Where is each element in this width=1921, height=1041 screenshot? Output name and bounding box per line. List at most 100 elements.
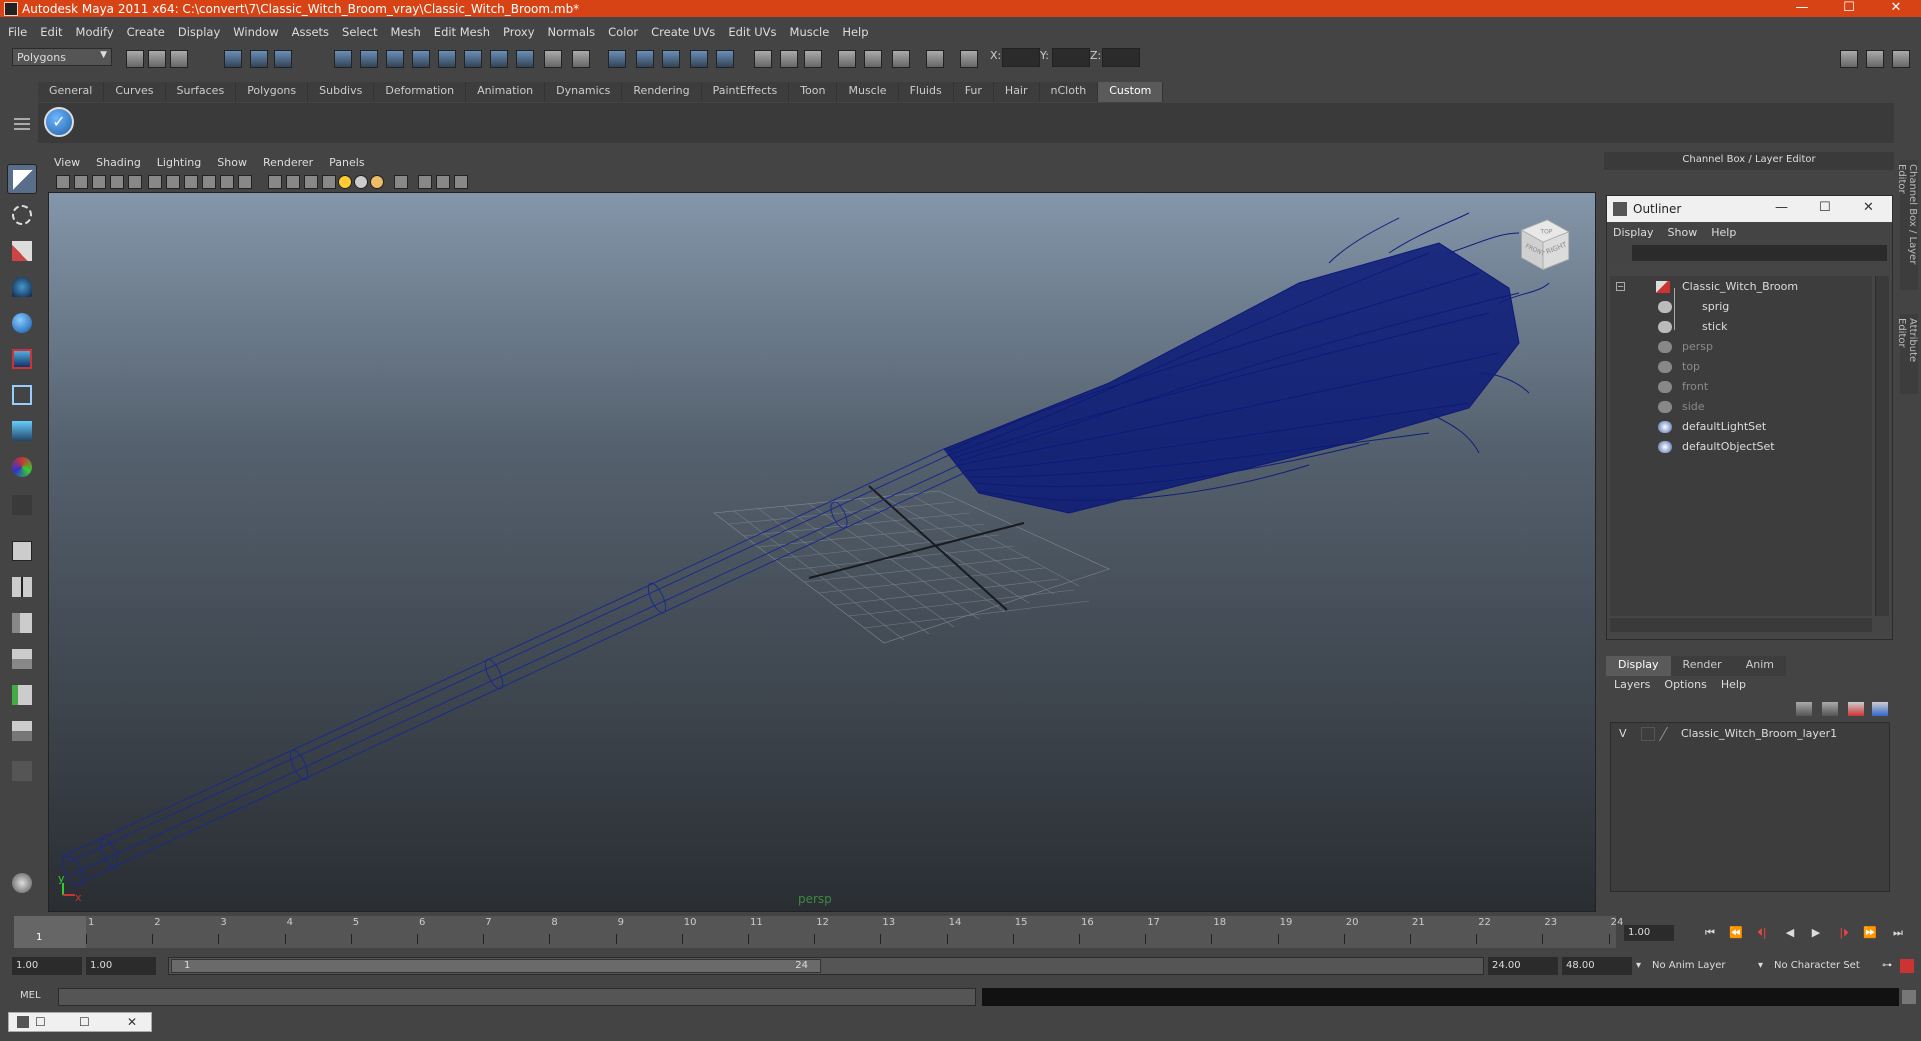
shelf-tab-deformation[interactable]: Deformation xyxy=(374,82,467,102)
minimized-maximize-button[interactable]: ☐ xyxy=(79,1013,90,1031)
outliner-item[interactable]: defaultObjectSet xyxy=(1610,438,1872,456)
outliner-item[interactable]: side xyxy=(1610,398,1872,416)
field-chart-icon[interactable] xyxy=(220,175,234,189)
snap-to-grids-icon[interactable] xyxy=(608,50,626,68)
menu-muscle[interactable]: Muscle xyxy=(790,25,830,39)
open-render-view-icon[interactable] xyxy=(780,50,798,68)
xray-icon[interactable] xyxy=(418,175,432,189)
menu-display[interactable]: Display xyxy=(178,25,220,39)
attribute-editor-side-tab[interactable]: Attribute Editor xyxy=(1896,314,1918,394)
animation-start-field[interactable]: 1.00 xyxy=(12,957,82,975)
menu-assets[interactable]: Assets xyxy=(292,25,329,39)
anim-layer-dropdown[interactable]: No Anim Layer xyxy=(1652,957,1726,975)
step-forward-frame-button[interactable]: |⏵ xyxy=(1834,925,1854,941)
step-back-key-button[interactable]: ⏪ xyxy=(1726,925,1746,941)
default-lighting-icon[interactable] xyxy=(338,175,352,189)
camera-attributes-icon[interactable] xyxy=(74,175,88,189)
viewport-menu-lighting[interactable]: Lighting xyxy=(157,156,201,169)
select-dynamics-icon[interactable] xyxy=(464,50,482,68)
menu-set-dropdown[interactable]: Polygons ▼ xyxy=(12,48,112,66)
outliner-item[interactable]: front xyxy=(1610,378,1872,396)
viewport-menu-renderer[interactable]: Renderer xyxy=(263,156,313,169)
outliner-maximize-button[interactable]: ☐ xyxy=(1819,200,1831,215)
quick-layout[interactable] xyxy=(7,868,37,898)
outliner-vertical-scrollbar[interactable] xyxy=(1875,276,1889,616)
select-by-hierarchy-icon[interactable] xyxy=(224,50,242,68)
isolate-select-icon[interactable] xyxy=(394,175,408,189)
layer-tab-display[interactable]: Display xyxy=(1606,656,1671,676)
outliner-menu-show[interactable]: Show xyxy=(1668,226,1698,239)
viewport-menu-show[interactable]: Show xyxy=(217,156,247,169)
shelf-tab-general[interactable]: General xyxy=(38,82,105,102)
viewport-menu-panels[interactable]: Panels xyxy=(329,156,364,169)
xray-joints-icon[interactable] xyxy=(436,175,450,189)
outliner-item[interactable]: top xyxy=(1610,358,1872,376)
outliner-search-input[interactable] xyxy=(1632,245,1887,261)
shelf-tab-subdivs[interactable]: Subdivs xyxy=(308,82,375,102)
play-forward-button[interactable]: ▶ xyxy=(1806,925,1826,941)
layer-visibility-toggle[interactable]: V xyxy=(1619,725,1627,743)
shelf-tab-painteffects[interactable]: PaintEffects xyxy=(701,82,790,102)
menu-edit[interactable]: Edit xyxy=(40,25,62,39)
character-set-dropdown[interactable]: No Character Set xyxy=(1774,957,1860,975)
highlight-selection-icon[interactable] xyxy=(572,50,590,68)
shelf-tab-surfaces[interactable]: Surfaces xyxy=(165,82,237,102)
collapse-icon[interactable]: − xyxy=(1616,282,1625,291)
command-language-label[interactable]: MEL xyxy=(20,990,41,1001)
paint-select-tool[interactable] xyxy=(7,236,37,266)
menu-file[interactable]: File xyxy=(8,25,27,39)
maximize-button[interactable]: ☐ xyxy=(1826,0,1872,17)
layout-options[interactable] xyxy=(7,756,37,786)
shelf-tab-animation[interactable]: Animation xyxy=(466,82,546,102)
outliner-close-button[interactable]: ✕ xyxy=(1863,200,1874,215)
select-joints-icon[interactable] xyxy=(360,50,378,68)
make-live-icon[interactable] xyxy=(716,50,734,68)
menu-select[interactable]: Select xyxy=(342,25,377,39)
snap-to-curves-icon[interactable] xyxy=(636,50,654,68)
layer-row[interactable]: V Classic_Witch_Broom_layer1 xyxy=(1613,725,1889,743)
outliner-item[interactable]: stick xyxy=(1610,318,1872,336)
toggle-tool-settings-icon[interactable] xyxy=(1866,50,1884,68)
select-deformations-icon[interactable] xyxy=(438,50,456,68)
layer-tab-anim[interactable]: Anim xyxy=(1733,656,1786,676)
select-rendering-icon[interactable] xyxy=(490,50,508,68)
menu-color[interactable]: Color xyxy=(608,25,638,39)
outliner-item[interactable]: persp xyxy=(1610,338,1872,356)
current-time-field[interactable]: 1.00 xyxy=(1624,925,1674,941)
outliner-item[interactable]: defaultLightSet xyxy=(1610,418,1872,436)
open-scene-icon[interactable] xyxy=(148,50,166,68)
show-manipulator-tool[interactable] xyxy=(7,452,37,482)
toggle-channel-box-icon[interactable] xyxy=(1892,50,1910,68)
shelf-tab-custom[interactable]: Custom xyxy=(1098,82,1164,102)
smooth-shade-icon[interactable] xyxy=(286,175,300,189)
select-by-component-icon[interactable] xyxy=(274,50,292,68)
step-back-frame-button[interactable]: ⏴| xyxy=(1752,925,1772,941)
hud-icon[interactable] xyxy=(454,175,468,189)
animation-end-field[interactable]: 48.00 xyxy=(1562,957,1632,975)
transform-input-icon[interactable] xyxy=(926,50,944,68)
grid-toggle-icon[interactable] xyxy=(148,175,162,189)
select-curves-icon[interactable] xyxy=(386,50,404,68)
minimize-button[interactable]: — xyxy=(1779,0,1825,17)
hypershade-icon[interactable] xyxy=(892,50,910,68)
menu-window[interactable]: Window xyxy=(233,25,278,39)
minimized-window[interactable]: ☐ ☐ ✕ xyxy=(8,1012,152,1032)
bookmarks-icon[interactable] xyxy=(92,175,106,189)
menu-create[interactable]: Create xyxy=(127,25,165,39)
move-layer-up-icon[interactable] xyxy=(1848,702,1864,716)
anim-layer-chevron-icon[interactable]: ▾ xyxy=(1636,957,1641,975)
layout-hypershade-outliner[interactable] xyxy=(7,680,37,710)
shelf-menu-icon[interactable] xyxy=(14,110,30,140)
viewport-menu-view[interactable]: View xyxy=(54,156,80,169)
go-to-start-button[interactable]: ⏮ xyxy=(1700,925,1720,941)
minimized-close-button[interactable]: ✕ xyxy=(127,1013,137,1031)
rotate-tool[interactable] xyxy=(7,308,37,338)
move-layer-down-icon[interactable] xyxy=(1872,702,1888,716)
close-button[interactable]: ✕ xyxy=(1873,0,1919,17)
select-by-object-icon[interactable] xyxy=(250,50,268,68)
layout-persp-hypershade[interactable] xyxy=(7,716,37,746)
ipr-render-icon[interactable] xyxy=(838,50,856,68)
new-scene-icon[interactable] xyxy=(126,50,144,68)
time-slider[interactable]: 1 1 2 3 4 5 6 7 8 9 10 11 12 13 14 15 16 17 18 19 20 21 22 23 2… xyxy=(14,916,1623,948)
shelf-tab-ncloth[interactable]: nCloth xyxy=(1039,82,1099,102)
